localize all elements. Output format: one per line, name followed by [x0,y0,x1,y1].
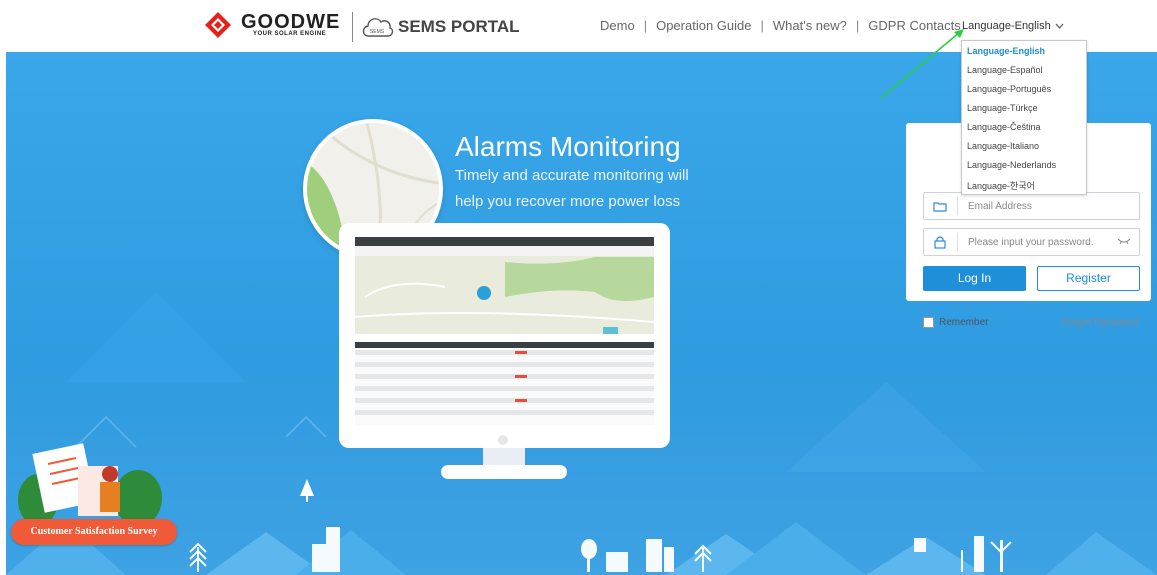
language-dropdown-menu: Language-English Language-Español Langua… [961,40,1087,195]
folder-icon [924,193,956,219]
survey-illustration [18,443,162,526]
lock-icon [924,229,956,255]
register-button[interactable]: Register [1037,266,1140,291]
logo-divider [352,12,353,42]
hero-title: Alarms Monitoring [455,131,681,162]
language-option-portugues[interactable]: Language-Português [967,84,1051,94]
nav-whats-new[interactable]: What's new? [773,18,847,33]
eye-icon[interactable] [1117,237,1131,245]
remember-checkbox[interactable]: Remember [923,317,988,328]
field-divider [957,197,958,215]
language-option-italiano[interactable]: Language-Italiano [967,141,1039,151]
nav-separator: | [855,18,860,33]
portal-badge: SEMS [370,29,385,35]
brand-name: GOODWE [241,11,341,33]
nav-separator: | [760,18,764,33]
language-selector[interactable]: Language-English [962,20,1064,32]
hero-subtitle-line1: Timely and accurate monitoring will [455,167,689,184]
hero-subtitle-line2: help you recover more power loss [455,193,681,210]
password-field[interactable] [968,233,1108,251]
annotation-arrow-icon [880,29,964,99]
language-option-nederlands[interactable]: Language-Nederlands [967,160,1056,170]
goodwe-diamond-icon [205,12,231,38]
password-field-wrapper [923,228,1140,256]
language-option-korean[interactable]: Language-한국어 [967,179,1035,192]
language-option-cestina[interactable]: Language-Čeština [967,122,1041,132]
nav-separator: | [643,18,648,33]
monitor-illustration [339,223,670,448]
cloud-icon: SEMS [362,18,394,37]
remember-label: Remember [939,317,989,328]
monitor-stand-base [441,465,567,479]
sems-portal-logo[interactable]: SEMS SEMS PORTAL [360,12,520,42]
login-button[interactable]: Log In [923,266,1026,291]
goodwe-logo[interactable]: GOODWE YOUR SOLAR ENGINE [205,12,340,38]
checkbox-box[interactable] [923,317,934,328]
screen-mockup [355,237,654,415]
language-option-english[interactable]: Language-English [967,46,1045,56]
language-option-espanol[interactable]: Language-Español [967,65,1043,75]
language-option-turkce[interactable]: Language-Türkçe [967,103,1038,113]
monitor-power-dot [498,435,508,445]
forget-password-link[interactable]: Forget Password [1062,317,1138,328]
field-divider [957,233,958,251]
email-field-wrapper [923,192,1140,220]
nav-demo[interactable]: Demo [600,18,635,33]
monitor-screen [355,237,654,425]
portal-name: SEMS PORTAL [398,17,520,36]
chevron-down-icon [1055,23,1064,29]
language-current-label: Language-English [962,20,1051,32]
nav-operation-guide[interactable]: Operation Guide [656,18,751,33]
email-field[interactable] [968,197,1108,215]
customer-survey-button[interactable]: Customer Satisfaction Survey [11,519,177,545]
